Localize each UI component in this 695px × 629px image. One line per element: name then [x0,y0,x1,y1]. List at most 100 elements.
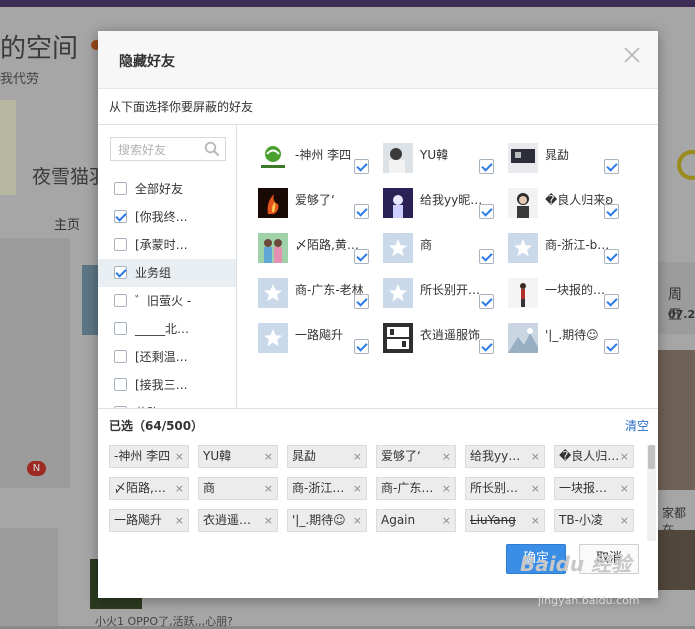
friend-item[interactable]: 〆陌路,黄… [258,233,378,271]
friend-item[interactable]: 所长别开… [383,278,503,316]
friend-item[interactable]: 晁勐 [508,143,628,181]
selected-chip: 一路飚升 × [109,509,189,532]
friend-item[interactable]: 衣逍遥服饰 [383,323,503,361]
friend-checkbox[interactable] [354,339,369,354]
search-icon[interactable] [204,141,220,160]
friend-item[interactable]: 爱够了‘ [258,188,378,226]
close-icon[interactable] [622,45,642,65]
friend-checkbox[interactable] [354,294,369,309]
group-panel: 全部好友 [你我终… [承蒙时… 业务组゛旧萤火 - _____北… [还剩温… [接我三…… [98,125,237,408]
friend-item[interactable]: -神州 李四 [258,143,378,181]
remove-chip-icon[interactable]: × [175,446,184,467]
default-avatar-icon [383,233,413,263]
remove-chip-icon[interactable]: × [531,510,540,531]
chip-label: 衣逍遥… [203,513,252,527]
friend-checkbox[interactable] [354,159,369,174]
group-item[interactable]: 全部好友 [98,175,236,203]
friend-checkbox[interactable] [479,339,494,354]
divider [98,408,658,409]
selected-chip: 商-广东… × [376,477,456,500]
group-item[interactable]: 业务组 [98,259,236,287]
avatar [383,143,413,173]
avatar [383,323,413,353]
friend-item[interactable]: '|_.期待☺ [508,323,628,361]
avatar [383,188,413,218]
dialog-title: 隐藏好友 [119,54,175,70]
remove-chip-icon[interactable]: × [175,478,184,499]
group-item[interactable]: [还剩温… [98,343,236,371]
top-bar [0,0,695,7]
chip-label: 〆陌路,… [114,481,166,495]
clear-link[interactable]: 清空 [625,417,649,434]
group-item[interactable]: [承蒙时… [98,231,236,259]
friend-item[interactable]: 商-浙江-b… [508,233,628,271]
group-label: ゛旧萤火 - [135,294,192,308]
remove-chip-icon[interactable]: × [175,510,184,531]
group-label: _____北… [135,322,190,336]
group-item[interactable]: [你我终… [98,203,236,231]
home-tab[interactable]: 主页 [54,214,80,233]
group-checkbox[interactable] [114,238,127,251]
chips-scrollbar[interactable] [647,445,656,541]
group-item[interactable]: 黄路 [98,399,236,408]
friend-checkbox[interactable] [479,204,494,219]
remove-chip-icon[interactable]: × [353,446,362,467]
selected-chip: Again × [376,509,456,532]
group-checkbox[interactable] [114,350,127,363]
group-label: [承蒙时… [135,238,188,252]
friend-item[interactable]: 商 [383,233,503,271]
remove-chip-icon[interactable]: × [442,510,451,531]
chip-label: 给我yy… [470,449,521,463]
friend-search [110,137,226,161]
remove-chip-icon[interactable]: × [264,510,273,531]
group-checkbox[interactable] [114,210,127,223]
remove-chip-icon[interactable]: × [353,510,362,531]
remove-chip-icon[interactable]: × [264,446,273,467]
group-checkbox[interactable] [114,294,127,307]
friend-item[interactable]: �良人归来ʚ [508,188,628,226]
chip-label: 爱够了‘ [381,449,421,463]
group-item[interactable]: _____北… [98,315,236,343]
scrollbar-thumb[interactable] [648,445,655,469]
remove-chip-icon[interactable]: × [264,478,273,499]
remove-chip-icon[interactable]: × [442,446,451,467]
friend-checkbox[interactable] [604,204,619,219]
friend-checkbox[interactable] [354,249,369,264]
selected-chip: 衣逍遥… × [198,509,278,532]
remove-chip-icon[interactable]: × [531,478,540,499]
friend-item[interactable]: YU韓 [383,143,503,181]
group-item[interactable]: [接我三… [98,371,236,399]
search-input[interactable] [116,139,210,161]
group-label: 业务组 [135,266,172,280]
remove-chip-icon[interactable]: × [442,478,451,499]
group-item[interactable]: ゛旧萤火 - [98,287,236,315]
remove-chip-icon[interactable]: × [620,478,629,499]
friend-item[interactable]: 商-广东-老林 [258,278,378,316]
friend-checkbox[interactable] [604,339,619,354]
group-checkbox[interactable] [114,266,127,279]
avatar [258,143,288,173]
watermark-logo: Baidu 经验 [520,552,632,576]
friend-checkbox[interactable] [354,204,369,219]
group-checkbox[interactable] [114,378,127,391]
friend-checkbox[interactable] [604,159,619,174]
friend-checkbox[interactable] [479,294,494,309]
space-title: 的空间 [0,34,79,64]
date-number: 07.2 [668,308,695,321]
friend-checkbox[interactable] [604,249,619,264]
friend-checkbox[interactable] [479,249,494,264]
avatar [508,188,538,218]
chip-label: �良人归… [559,449,620,463]
remove-chip-icon[interactable]: × [531,446,540,467]
remove-chip-icon[interactable]: × [353,478,362,499]
friend-item[interactable]: 给我yy昵… [383,188,503,226]
friend-checkbox[interactable] [479,159,494,174]
remove-chip-icon[interactable]: × [620,446,629,467]
friend-item[interactable]: 一路飚升 [258,323,378,361]
friend-checkbox[interactable] [604,294,619,309]
selected-chip: 所长别… × [465,477,545,500]
friend-item[interactable]: 一块报的… [508,278,628,316]
group-checkbox[interactable] [114,182,127,195]
remove-chip-icon[interactable]: × [620,510,629,531]
group-checkbox[interactable] [114,322,127,335]
